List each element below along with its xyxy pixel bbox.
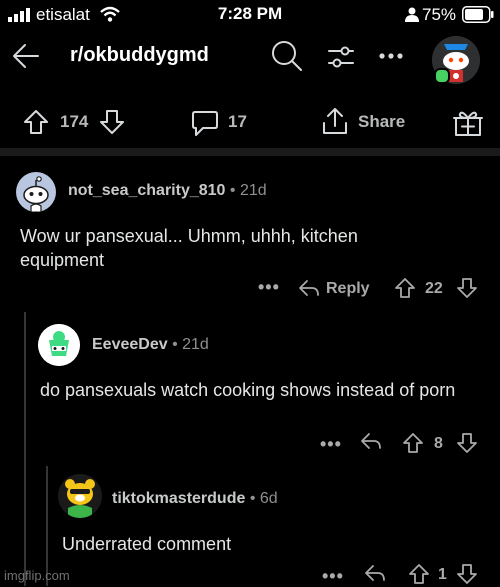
comment-vote-count-3: 1 — [438, 566, 447, 583]
search-button[interactable] — [270, 39, 304, 73]
comment-downvote-button-1[interactable] — [456, 277, 478, 299]
comment-header-2: EeveeDev • 21d — [92, 336, 209, 353]
status-bar: etisalat 7:28 PM 75% — [0, 0, 500, 32]
comment-age: 21d — [182, 336, 209, 353]
comment-downvote-button-2[interactable] — [456, 432, 478, 454]
search-icon — [272, 41, 302, 71]
award-button[interactable] — [452, 106, 484, 138]
comment-reply-button-3[interactable] — [364, 563, 388, 585]
comment-body-2: do pansexuals watch cooking shows instea… — [40, 380, 456, 400]
watermark: imgflip.com — [4, 568, 70, 583]
comment-age: 6d — [259, 490, 278, 507]
comment-avatar-1[interactable] — [16, 172, 56, 212]
comment-more-button-1[interactable]: ••• — [258, 277, 280, 298]
downvote-icon — [457, 278, 477, 298]
back-button[interactable] — [8, 38, 44, 74]
upvote-icon — [403, 433, 423, 453]
more-icon — [379, 53, 403, 59]
sliders-icon — [328, 46, 354, 68]
reply-arrow-icon — [365, 565, 385, 581]
battery-icon — [462, 6, 494, 23]
comment-bubble-icon — [192, 111, 218, 136]
section-divider — [0, 148, 500, 156]
comment-more-button-2[interactable]: ••• — [320, 434, 342, 455]
share-label: Share — [358, 112, 406, 131]
bear-avatar-icon — [58, 474, 102, 518]
comment-avatar-2[interactable] — [38, 324, 80, 366]
share-icon — [323, 108, 347, 134]
comment-username[interactable]: tiktokmasterdude — [112, 490, 245, 507]
comment-upvote-button-1[interactable] — [394, 277, 416, 299]
comment-upvote-button-3[interactable] — [408, 563, 430, 585]
online-indicator — [434, 68, 450, 84]
snoo-android-avatar-icon — [38, 324, 80, 366]
more-options-button[interactable] — [376, 46, 408, 66]
thread-line-1[interactable] — [24, 312, 26, 586]
post-vote-count: 174 — [60, 112, 89, 131]
downvote-icon — [100, 110, 124, 134]
comment-header-3: tiktokmasterdude • 6d — [112, 490, 278, 507]
gift-icon — [453, 111, 483, 136]
filter-button[interactable] — [326, 42, 356, 72]
comment-vote-count-2: 8 — [434, 435, 443, 452]
comment-reply-button-2[interactable] — [360, 431, 384, 453]
upvote-icon — [409, 564, 429, 584]
back-arrow-icon — [13, 44, 39, 68]
reply-arrow-icon — [299, 280, 319, 296]
comment-header-1: not_sea_charity_810 • 21d — [68, 182, 267, 199]
comment-upvote-button-2[interactable] — [402, 432, 424, 454]
comment-body-1: Wow ur pansexual... Uhmm, uhhh, kitchen … — [20, 226, 358, 270]
reply-label: Reply — [326, 280, 370, 297]
comment-more-button-3[interactable]: ••• — [322, 566, 344, 587]
upvote-icon — [24, 110, 48, 134]
comment-reply-button-1[interactable]: Reply — [298, 276, 378, 302]
post-downvote-button[interactable] — [98, 108, 126, 136]
share-button[interactable]: Share — [318, 104, 418, 138]
comment-username[interactable]: EeveeDev — [92, 336, 168, 353]
post-upvote-button[interactable] — [22, 108, 50, 136]
person-icon — [405, 7, 419, 22]
comment-age: 21d — [239, 182, 267, 199]
reply-arrow-icon — [361, 433, 381, 449]
snoo-default-avatar-icon — [23, 176, 49, 212]
comment-body-3: Underrated comment — [62, 534, 232, 554]
comment-count: 17 — [228, 112, 247, 131]
upvote-icon — [395, 278, 415, 298]
downvote-icon — [457, 564, 477, 584]
comment-username[interactable]: not_sea_charity_810 — [68, 182, 225, 199]
subreddit-title[interactable]: r/okbuddygmd — [70, 44, 209, 67]
comment-avatar-3[interactable] — [58, 474, 102, 518]
comment-vote-count-1: 22 — [425, 280, 443, 297]
downvote-icon — [457, 433, 477, 453]
comments-button[interactable]: 17 — [188, 106, 288, 138]
comment-downvote-button-3[interactable] — [456, 563, 478, 585]
battery-percent: 75% — [422, 5, 457, 24]
